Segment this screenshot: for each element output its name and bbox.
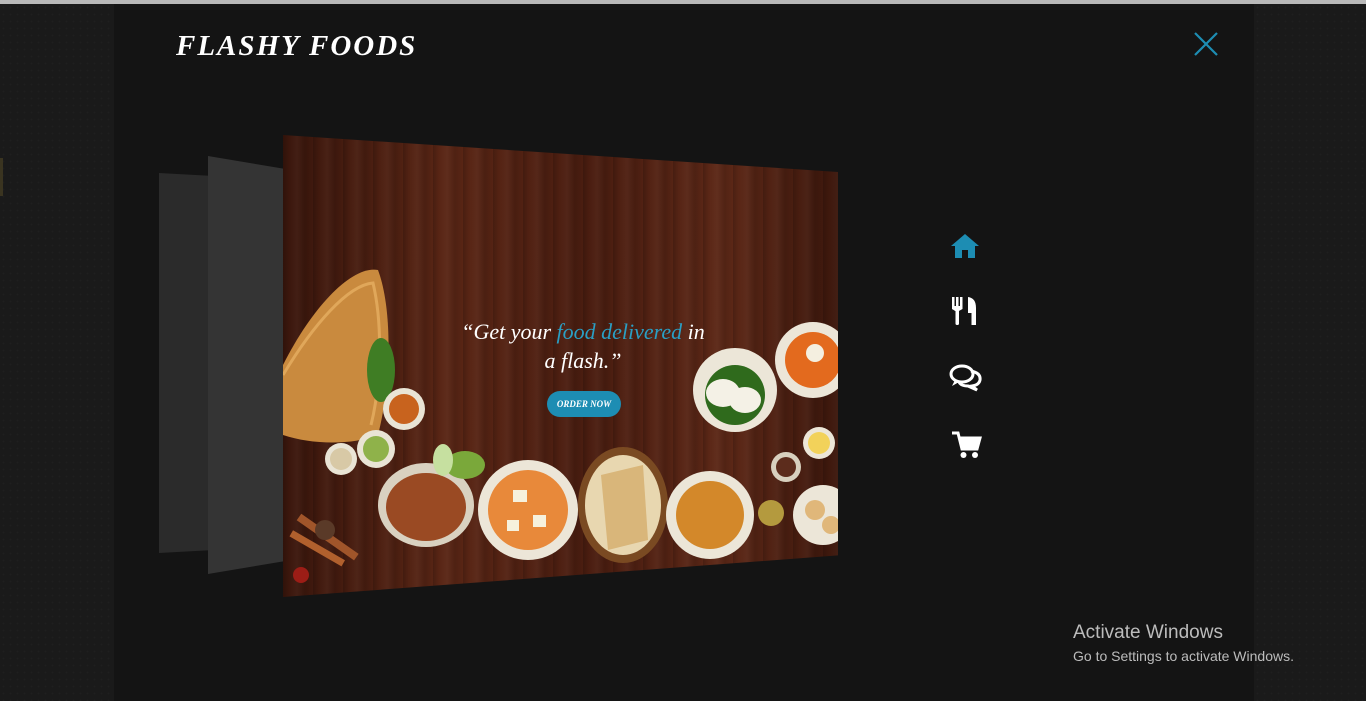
windows-activation-watermark: Activate Windows Go to Settings to activ… — [1073, 622, 1294, 666]
nav-home[interactable] — [948, 230, 982, 264]
shopping-cart-icon — [952, 431, 982, 458]
watermark-subtitle: Go to Settings to activate Windows. — [1073, 648, 1294, 664]
order-now-button[interactable]: ORDER NOW — [547, 391, 621, 417]
comments-icon — [949, 364, 982, 392]
nav-reviews[interactable] — [949, 362, 983, 396]
home-icon — [951, 234, 979, 258]
nav-cart[interactable] — [950, 428, 984, 462]
watermark-title: Activate Windows — [1073, 622, 1223, 643]
cutlery-icon — [952, 297, 976, 325]
hero-slide[interactable]: “Get your food delivered in a flash.” OR… — [283, 135, 838, 597]
tagline-highlight: food delivered — [556, 319, 683, 344]
hero-tagline: “Get your food delivered in a flash.” — [453, 317, 713, 375]
tagline-start: “Get your — [461, 319, 557, 344]
slide-stage: “Get your food delivered in a flash.” OR… — [0, 0, 1366, 701]
nav-menu[interactable] — [948, 294, 982, 328]
